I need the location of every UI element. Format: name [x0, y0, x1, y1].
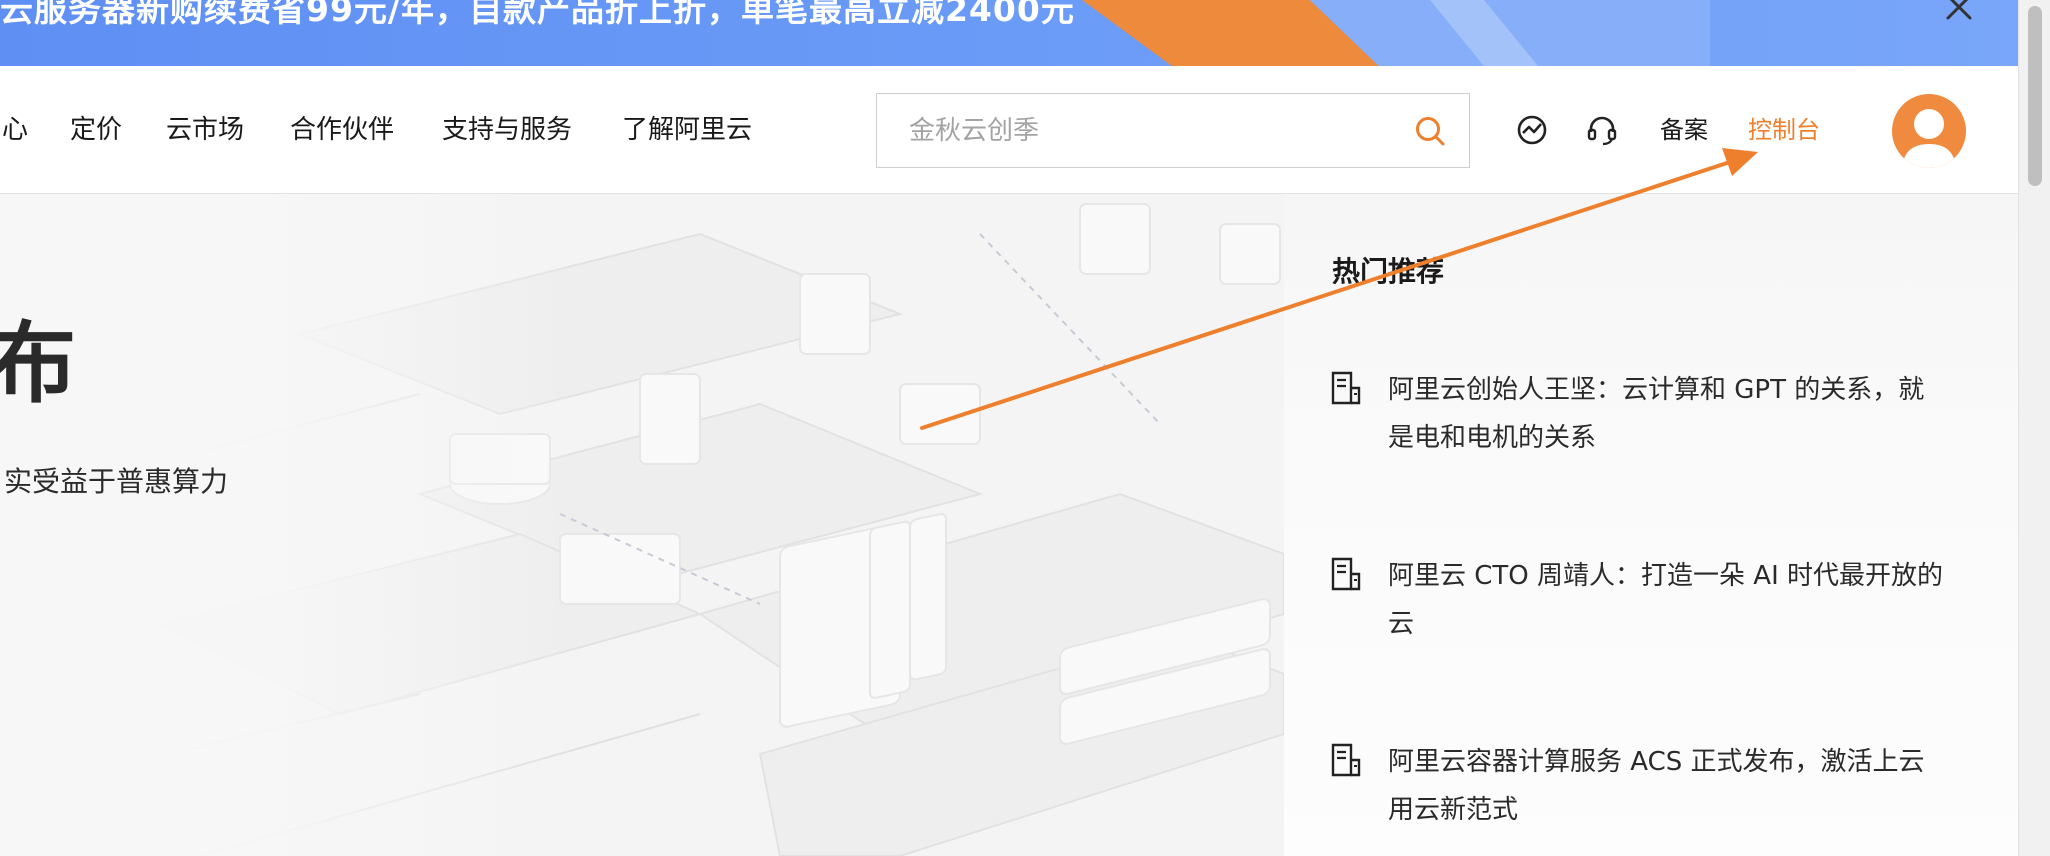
- hero-illustration: [0, 194, 1284, 856]
- hot-recommend-panel: 热门推荐 阿里云创始人王坚：云计算和 GPT 的关系，就是电和电机的关系 阿里云…: [1284, 194, 2018, 856]
- news-document-icon: [1331, 557, 1361, 591]
- nav-item-support[interactable]: 支持与服务: [442, 110, 572, 150]
- search-box[interactable]: [876, 93, 1470, 168]
- hero-subtitle: 实受益于普惠算力: [4, 465, 229, 498]
- avatar[interactable]: [1892, 94, 1966, 168]
- nav-item-partners[interactable]: 合作伙伴: [290, 110, 394, 150]
- news-title[interactable]: 阿里云容器计算服务 ACS 正式发布，激活上云用云新范式: [1388, 738, 1948, 834]
- news-title[interactable]: 阿里云 CTO 周靖人：打造一朵 AI 时代最开放的云: [1388, 552, 1948, 648]
- close-icon[interactable]: [1942, 0, 1976, 24]
- news-title[interactable]: 阿里云创始人王坚：云计算和 GPT 的关系，就是电和电机的关系: [1388, 366, 1948, 462]
- news-document-icon: [1331, 743, 1361, 777]
- promo-text: 云服务器新购续费省99元/年，自款产品折上折，单笔最高立减2400元: [0, 0, 1075, 29]
- hero-banner[interactable]: 布 实受益于普惠算力: [0, 194, 1284, 856]
- nav-item-about[interactable]: 了解阿里云: [622, 110, 752, 150]
- top-navbar: 心 定价 云市场 合作伙伴 支持与服务 了解阿里云 备案 控制台: [0, 66, 2018, 194]
- nav-item-pricing[interactable]: 定价: [70, 110, 122, 150]
- nav-item-marketplace[interactable]: 云市场: [166, 110, 244, 150]
- scrollbar-thumb[interactable]: [2028, 6, 2042, 186]
- ai-assistant-icon[interactable]: [1514, 112, 1550, 148]
- headset-icon[interactable]: [1584, 112, 1620, 148]
- promo-banner[interactable]: 云服务器新购续费省99元/年，自款产品折上折，单笔最高立减2400元: [0, 0, 2018, 66]
- panel-title: 热门推荐: [1332, 255, 1445, 288]
- console-link[interactable]: 控制台: [1748, 110, 1820, 150]
- page-scrollbar[interactable]: [2018, 0, 2050, 856]
- search-input[interactable]: [909, 111, 1379, 151]
- search-icon[interactable]: [1413, 114, 1447, 148]
- nav-item-center[interactable]: 心: [2, 110, 28, 150]
- hero-title: 布: [0, 312, 77, 415]
- user-avatar-icon: [1902, 109, 1956, 168]
- news-document-icon: [1331, 371, 1361, 405]
- beian-link[interactable]: 备案: [1660, 110, 1708, 150]
